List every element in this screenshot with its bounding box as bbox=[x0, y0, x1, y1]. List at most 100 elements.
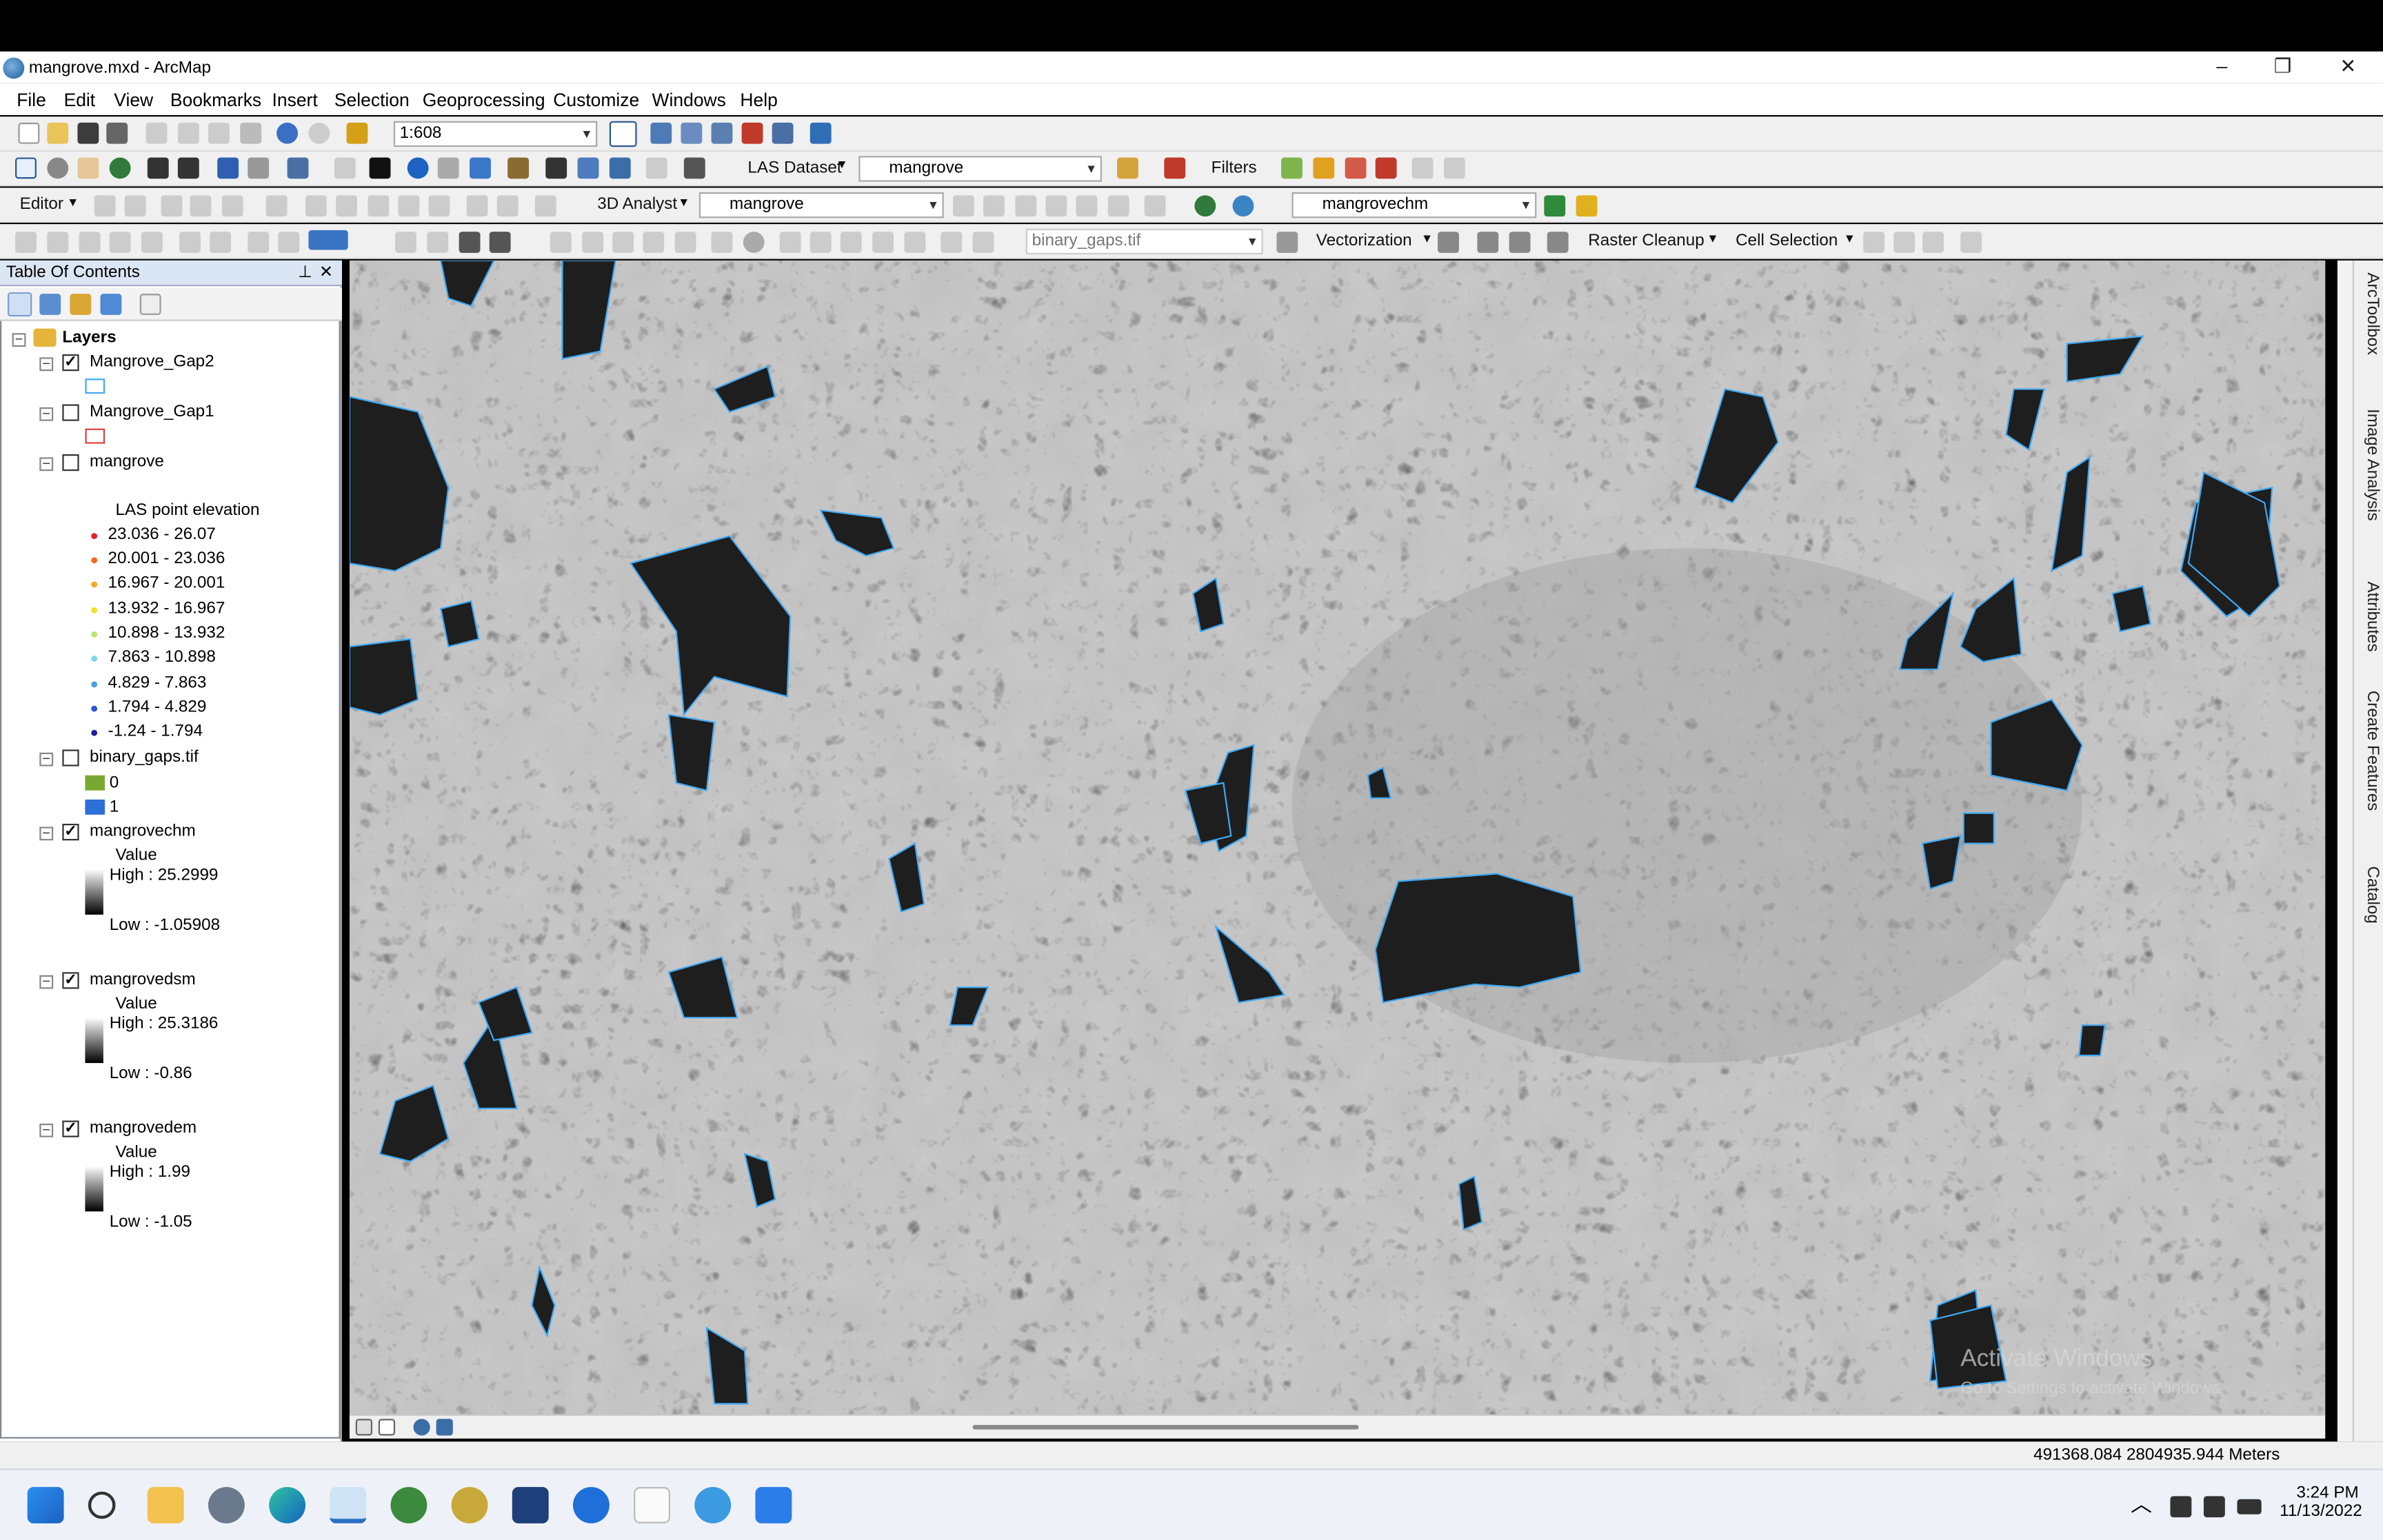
raster-snap-alt-icon[interactable] bbox=[810, 232, 832, 253]
pause-drawing-icon[interactable] bbox=[436, 1419, 453, 1436]
map-display[interactable]: Activate Windows Go to Settings to activ… bbox=[349, 260, 2326, 1415]
brightness-icon[interactable] bbox=[248, 232, 270, 253]
edit-annotation-icon[interactable] bbox=[124, 195, 146, 217]
arcglobe-icon[interactable] bbox=[1232, 195, 1254, 217]
menu-file[interactable]: File bbox=[17, 90, 46, 111]
las-dataset-combo[interactable]: mangrove ▼ bbox=[858, 156, 1102, 182]
close-button[interactable]: ✕ bbox=[2317, 52, 2378, 83]
back-extent-icon[interactable] bbox=[217, 157, 239, 179]
cut-polygons-icon[interactable] bbox=[368, 195, 390, 217]
gap-polygon[interactable] bbox=[2111, 585, 2152, 633]
battery-icon[interactable] bbox=[2237, 1499, 2262, 1514]
menu-customize[interactable]: Customize bbox=[553, 90, 639, 111]
copy-icon[interactable] bbox=[177, 122, 199, 144]
interpolate-point-icon[interactable] bbox=[1045, 195, 1067, 217]
raster-area-icon[interactable] bbox=[840, 232, 862, 253]
raster-cleanup-start-icon[interactable] bbox=[1477, 232, 1499, 253]
clear-selection-icon[interactable] bbox=[334, 157, 356, 179]
chevron-down-icon[interactable]: ▼ bbox=[1707, 232, 1718, 245]
menu-windows[interactable]: Windows bbox=[652, 90, 726, 111]
open-folder-icon[interactable] bbox=[47, 122, 69, 144]
minimize-button[interactable]: – bbox=[2191, 52, 2252, 83]
color-ramp-symbol[interactable] bbox=[85, 1017, 103, 1064]
layer-name-mangrove-gap1[interactable]: Mangrove_Gap1 bbox=[90, 403, 214, 421]
split-icon[interactable] bbox=[265, 195, 288, 217]
find-icon[interactable] bbox=[545, 157, 567, 179]
raster-settings-icon[interactable] bbox=[941, 232, 963, 253]
raster-cleanup-menu[interactable]: Raster Cleanup bbox=[1588, 232, 1704, 250]
interpolate-line-icon[interactable] bbox=[952, 195, 974, 217]
contrast-icon[interactable] bbox=[278, 232, 300, 253]
gap-polygon[interactable] bbox=[2078, 1024, 2106, 1057]
raster-grid-icon[interactable] bbox=[904, 232, 926, 253]
angle-icon[interactable] bbox=[674, 232, 696, 253]
raster-layer-combo[interactable]: binary_gaps.tif ▼ bbox=[1025, 228, 1263, 255]
python-window-icon[interactable] bbox=[772, 122, 794, 144]
go-to-xy-icon[interactable] bbox=[609, 157, 631, 179]
value-1-swatch[interactable] bbox=[85, 799, 105, 815]
zoom-in-icon[interactable] bbox=[15, 157, 37, 179]
steepest-path-icon[interactable] bbox=[983, 195, 1005, 217]
straight-segment-icon[interactable] bbox=[161, 195, 183, 217]
cursor-icon[interactable] bbox=[79, 232, 101, 253]
hyperlink-icon[interactable] bbox=[437, 157, 459, 179]
profile-view-icon[interactable] bbox=[1411, 157, 1434, 179]
interpolate-polygon-icon[interactable] bbox=[1076, 195, 1098, 217]
search-window-icon[interactable] bbox=[711, 122, 733, 144]
eraser-icon[interactable] bbox=[1547, 232, 1569, 253]
profile-graph-icon[interactable] bbox=[1144, 195, 1166, 217]
up-arrow-icon[interactable] bbox=[1345, 157, 1367, 179]
sketch-properties-icon[interactable] bbox=[496, 195, 519, 217]
cell-selection-menu[interactable]: Cell Selection bbox=[1736, 232, 1838, 250]
pan-icon[interactable] bbox=[77, 157, 99, 179]
list-by-source-icon[interactable] bbox=[39, 294, 61, 315]
grid-icon[interactable] bbox=[179, 232, 201, 253]
chevron-up-icon[interactable]: ︿ bbox=[2131, 1488, 2152, 1519]
filters-label[interactable]: Filters bbox=[1211, 159, 1257, 177]
list-by-drawing-order-icon[interactable] bbox=[8, 292, 32, 317]
contour-tool-icon[interactable] bbox=[1544, 195, 1566, 217]
line-icon[interactable] bbox=[643, 232, 665, 253]
collapse-toggle[interactable]: − bbox=[39, 975, 54, 989]
georef-alt-icon[interactable] bbox=[427, 232, 449, 253]
3d-view-icon[interactable] bbox=[1443, 157, 1465, 179]
menu-insert[interactable]: Insert bbox=[272, 90, 318, 111]
full-extent-icon[interactable] bbox=[109, 157, 131, 179]
fixed-zoom-out-icon[interactable] bbox=[177, 157, 199, 179]
table-of-contents-icon[interactable] bbox=[650, 122, 672, 144]
collapse-toggle[interactable]: − bbox=[39, 1123, 54, 1137]
data-view-icon[interactable] bbox=[355, 1419, 373, 1436]
collapse-toggle[interactable]: − bbox=[39, 752, 54, 767]
chevron-down-icon[interactable]: ▼ bbox=[836, 157, 847, 171]
chevron-down-icon[interactable]: ▼ bbox=[678, 195, 690, 209]
color-ramp-symbol[interactable] bbox=[85, 869, 103, 915]
layer-visibility-checkbox[interactable]: ✓ bbox=[62, 824, 79, 841]
edit-tool-icon[interactable] bbox=[94, 195, 116, 217]
volume-icon[interactable] bbox=[2203, 1496, 2225, 1518]
forward-extent-icon[interactable] bbox=[248, 157, 270, 179]
layer-visibility-checkbox[interactable]: ✓ bbox=[62, 972, 79, 989]
raster-map-canvas[interactable]: Activate Windows Go to Settings to activ… bbox=[349, 260, 2326, 1415]
attributes-tab[interactable]: Attributes bbox=[2357, 582, 2381, 652]
add-data-icon[interactable] bbox=[346, 122, 368, 144]
color-swatch-icon[interactable] bbox=[308, 230, 348, 250]
3d-analyst-layer-combo[interactable]: mangrove ▼ bbox=[698, 192, 944, 219]
layout-view-icon[interactable] bbox=[378, 1419, 396, 1436]
redo-icon[interactable] bbox=[308, 122, 330, 144]
flicker-icon[interactable] bbox=[47, 232, 69, 253]
arctoolbox-icon[interactable] bbox=[741, 122, 763, 144]
vectorization-menu[interactable]: Vectorization bbox=[1316, 232, 1412, 250]
search-icon[interactable] bbox=[88, 1491, 116, 1519]
gap2-symbol[interactable] bbox=[85, 378, 105, 394]
attributes-icon[interactable] bbox=[466, 195, 488, 217]
endpoint-arc-icon[interactable] bbox=[190, 195, 212, 217]
color-ramp-symbol[interactable] bbox=[85, 1166, 103, 1212]
layer-name-mangrovedem[interactable]: mangrovedem bbox=[90, 1119, 197, 1137]
histogram-icon[interactable] bbox=[1576, 195, 1598, 217]
fixed-zoom-in-icon[interactable] bbox=[147, 157, 169, 179]
editor-toolbar-icon[interactable] bbox=[609, 121, 637, 148]
catalog-window-icon[interactable] bbox=[681, 122, 703, 144]
delete-icon[interactable] bbox=[240, 122, 262, 144]
collapse-toggle[interactable]: − bbox=[39, 456, 54, 472]
surface-layer-combo[interactable]: mangrovechm ▼ bbox=[1291, 192, 1537, 219]
